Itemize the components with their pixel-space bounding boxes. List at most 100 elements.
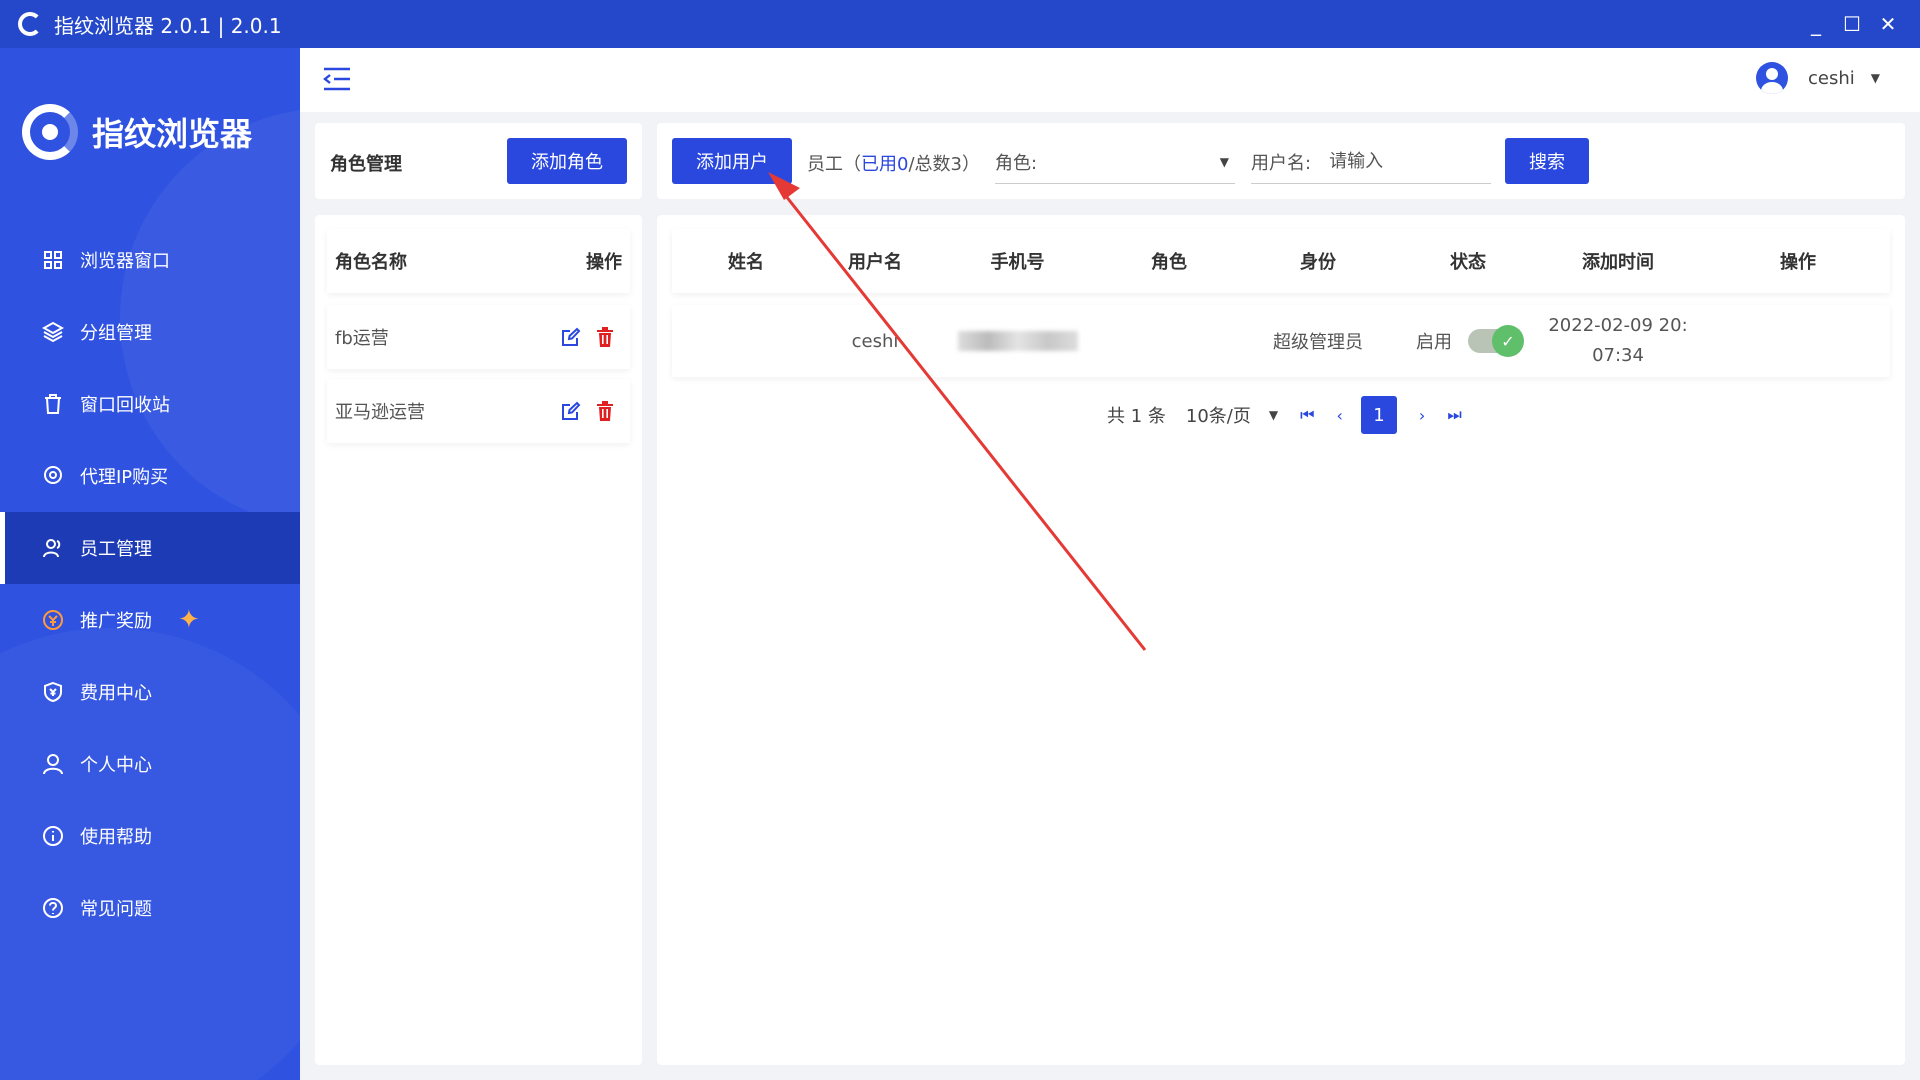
sidebar-nav: 浏览器窗口 分组管理 窗口回收站 代理IP购买 员工管理 推广奖励 ✦ 费用中心… — [0, 224, 300, 944]
cell-added-time: 2022-02-09 20: 07:34 — [1538, 305, 1698, 377]
status-label: 启用 — [1416, 332, 1452, 353]
delete-icon[interactable] — [594, 400, 616, 422]
sidebar-item-label: 费用中心 — [80, 683, 152, 704]
sidebar-item-help[interactable]: 使用帮助 — [0, 800, 300, 872]
sidebar-item-browser-windows[interactable]: 浏览器窗口 — [0, 224, 300, 296]
added-time-line1: 2022-02-09 20: — [1548, 315, 1688, 336]
shield-yen-icon — [42, 681, 64, 703]
question-icon — [42, 897, 64, 919]
chevron-down-icon: ▼ — [1268, 408, 1279, 422]
sidebar-item-billing[interactable]: 费用中心 — [0, 656, 300, 728]
cell-action — [1728, 305, 1868, 377]
sidebar-item-label: 窗口回收站 — [80, 395, 170, 416]
first-page-icon[interactable]: ⏮ — [1300, 405, 1314, 425]
brand: 指纹浏览器 — [22, 104, 252, 160]
list-item[interactable]: 亚马逊运营 — [327, 379, 630, 443]
sidebar-item-recycle-bin[interactable]: 窗口回收站 — [0, 368, 300, 440]
header-username: ceshi — [1808, 67, 1855, 89]
sidebar-item-label: 代理IP购买 — [80, 467, 169, 488]
edit-icon[interactable] — [560, 326, 582, 348]
status-toggle[interactable]: ✓ — [1468, 325, 1524, 357]
employee-total: /总数3） — [908, 154, 980, 175]
sidebar-item-label: 分组管理 — [80, 323, 152, 344]
username-filter-label: 用户名: — [1251, 152, 1312, 174]
sidebar-item-label: 推广奖励 — [80, 611, 152, 632]
role-name: fb运营 — [335, 328, 389, 349]
username-input[interactable] — [1329, 151, 1480, 172]
column-header-action: 操作 — [1780, 252, 1816, 273]
prev-page-icon[interactable]: ‹ — [1337, 406, 1343, 425]
chevron-down-icon: ▼ — [1219, 155, 1229, 169]
location-icon — [42, 465, 64, 487]
table-row[interactable]: ceshi 超级管理员 启用 ✓ 2022-02-09 20: 07:34 — [672, 305, 1890, 377]
brand-logo-icon — [22, 104, 78, 160]
cell-name — [692, 305, 800, 377]
window-title: 指纹浏览器 2.0.1 | 2.0.1 — [54, 13, 282, 38]
brand-name: 指纹浏览器 — [92, 115, 253, 153]
add-user-button[interactable]: 添加用户 — [672, 138, 792, 184]
username-filter: 用户名: — [1251, 140, 1491, 184]
users-icon — [42, 537, 64, 559]
sparkle-icon: ✦ — [178, 605, 200, 635]
sidebar-item-proxy-ip[interactable]: 代理IP购买 — [0, 440, 300, 512]
page-size-select[interactable]: 10条/页 ▼ — [1186, 402, 1278, 428]
role-select[interactable]: 角色: ▼ — [995, 140, 1235, 184]
cell-username: ceshi — [851, 330, 899, 352]
window-controls: _ ☐ ✕ — [1798, 0, 1906, 48]
table-header: 姓名 用户名 手机号 角色 身份 状态 添加时间 操作 — [672, 229, 1890, 293]
column-header-role-name: 角色名称 — [335, 252, 407, 273]
next-page-icon[interactable]: › — [1419, 406, 1425, 425]
check-icon: ✓ — [1492, 325, 1524, 357]
user-menu[interactable]: ceshi ▼ — [1756, 62, 1880, 94]
column-header-role-action: 操作 — [586, 252, 622, 273]
employee-filter-bar: 添加用户 员工（已用0/总数3） 角色: ▼ 用户名: 搜索 — [657, 123, 1905, 199]
employee-prefix: 员工（ — [807, 154, 861, 175]
last-page-icon[interactable]: ⏭ — [1447, 405, 1461, 425]
sidebar-item-faq[interactable]: 常见问题 — [0, 872, 300, 944]
sidebar-item-promotion-rewards[interactable]: 推广奖励 ✦ — [0, 584, 300, 656]
column-header-name: 姓名 — [728, 252, 764, 273]
info-icon — [42, 825, 64, 847]
search-button[interactable]: 搜索 — [1505, 138, 1589, 184]
person-icon — [42, 753, 64, 775]
sidebar-item-group-management[interactable]: 分组管理 — [0, 296, 300, 368]
sidebar-item-personal-center[interactable]: 个人中心 — [0, 728, 300, 800]
role-name: 亚马逊运营 — [335, 402, 425, 423]
role-management-title: 角色管理 — [330, 154, 402, 175]
add-role-button[interactable]: 添加角色 — [507, 138, 627, 184]
sidebar: 指纹浏览器 浏览器窗口 分组管理 窗口回收站 代理IP购买 员工管理 推广奖励 … — [0, 48, 300, 1080]
close-button[interactable]: ✕ — [1870, 12, 1906, 36]
sidebar-item-label: 员工管理 — [80, 539, 152, 560]
employee-used: 已用0 — [861, 154, 909, 175]
avatar — [1756, 62, 1788, 94]
current-page-button[interactable]: 1 — [1360, 396, 1397, 434]
role-list-panel: 角色名称 操作 fb运营 亚马逊运营 — [315, 215, 642, 1065]
column-header-status: 状态 — [1450, 252, 1486, 273]
maximize-button[interactable]: ☐ — [1834, 12, 1870, 36]
edit-icon[interactable] — [560, 400, 582, 422]
role-management-header: 角色管理 添加角色 — [315, 123, 642, 199]
column-header-added-time: 添加时间 — [1582, 252, 1654, 273]
column-header-role: 角色 — [1151, 252, 1187, 273]
employee-count: 员工（已用0/总数3） — [807, 150, 980, 176]
page-size-value: 10条/页 — [1185, 406, 1251, 427]
sidebar-item-label: 常见问题 — [80, 899, 152, 920]
blurred-phone-number — [957, 331, 1078, 351]
app-logo-icon — [18, 12, 42, 36]
delete-icon[interactable] — [594, 326, 616, 348]
collapse-menu-icon[interactable] — [322, 66, 352, 92]
cell-phone — [950, 305, 1085, 377]
chevron-down-icon: ▼ — [1870, 71, 1880, 85]
role-select-label: 角色: — [995, 152, 1038, 174]
top-header: ceshi ▼ — [300, 48, 1920, 112]
role-list-header: 角色名称 操作 — [327, 229, 630, 293]
sidebar-item-employee-management[interactable]: 员工管理 — [0, 512, 300, 584]
trash-icon — [42, 393, 64, 415]
pagination: 共 1 条 10条/页 ▼ ⏮ ‹ 1 › ⏭ — [1107, 395, 1462, 435]
minimize-button[interactable]: _ — [1798, 12, 1834, 36]
cell-status: 启用 ✓ — [1413, 305, 1524, 377]
sidebar-item-label: 浏览器窗口 — [80, 251, 170, 272]
employee-table-panel: 姓名 用户名 手机号 角色 身份 状态 添加时间 操作 ceshi 超级管理员 … — [657, 215, 1905, 1065]
list-item[interactable]: fb运营 — [327, 305, 630, 369]
pagination-total: 共 1 条 — [1107, 406, 1166, 427]
